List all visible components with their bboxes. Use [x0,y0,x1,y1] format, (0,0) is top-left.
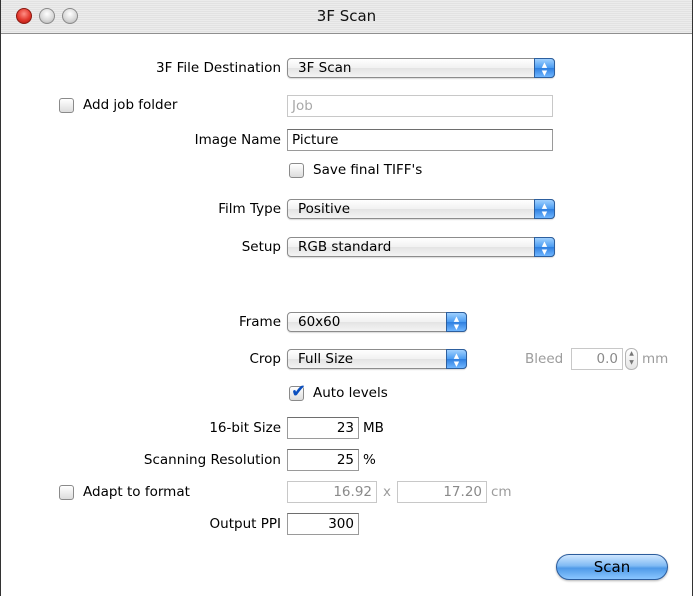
destination-popup[interactable]: 3F Scan ▲ ▼ [287,58,555,78]
size16-label: 16-bit Size [209,420,281,436]
checkmark-icon: ✔ [291,381,307,402]
add-job-folder-checkbox[interactable] [59,98,74,113]
output-ppi-label: Output PPI [209,516,281,532]
auto-levels-label: Auto levels [313,385,388,401]
scan-button[interactable]: Scan [556,554,668,580]
adapt-width-field[interactable]: 16.92 [287,481,377,503]
auto-levels-checkbox[interactable]: ✔ [289,381,306,402]
dialog-body: 3F File Destination 3F Scan ▲ ▼ Add job f… [1,34,692,596]
scan-window: 3F Scan 3F File Destination 3F Scan ▲ ▼ A… [0,0,693,596]
setup-label: Setup [241,239,281,255]
resolution-field[interactable]: 25 [287,449,359,471]
destination-value: 3F Scan [298,60,352,76]
crop-label: Crop [249,351,281,367]
popup-arrows-icon: ▲ ▼ [534,58,555,78]
bleed-unit: mm [642,351,669,367]
frame-label: Frame [238,314,281,330]
setup-value: RGB standard [298,239,392,255]
image-name-field[interactable]: Picture [287,129,553,151]
save-tiffs-label: Save final TIFF's [313,162,423,178]
bleed-label: Bleed [525,351,564,367]
frame-popup[interactable]: 60x60 ▲ ▼ [287,312,467,332]
title-bar: 3F Scan [1,0,692,34]
resolution-unit: % [363,452,376,468]
add-job-folder-label: Add job folder [83,97,178,113]
adapt-height-field[interactable]: 17.20 [397,481,487,503]
bleed-field[interactable]: 0.0 [571,348,623,370]
destination-label: 3F File Destination [156,60,281,76]
job-folder-field[interactable]: Job [287,95,553,117]
bleed-stepper[interactable]: ▲ ▼ [625,348,638,370]
image-name-label: Image Name [194,132,281,148]
crop-popup[interactable]: Full Size ▲ ▼ [287,349,467,369]
adapt-format-checkbox[interactable] [59,485,74,500]
window-title: 3F Scan [316,7,377,25]
frame-value: 60x60 [298,314,341,330]
popup-arrows-icon: ▲ ▼ [446,349,467,369]
popup-arrows-icon: ▲ ▼ [446,312,467,332]
size16-unit: MB [363,420,384,436]
film-type-label: Film Type [218,201,281,217]
save-tiffs-checkbox[interactable] [289,163,304,178]
adapt-format-label: Adapt to format [83,484,190,500]
film-type-value: Positive [298,201,351,217]
popup-arrows-icon: ▲ ▼ [534,237,555,257]
adapt-separator: x [383,484,391,500]
popup-arrows-icon: ▲ ▼ [534,199,555,219]
size16-field: 23 [287,417,359,439]
crop-value: Full Size [298,351,354,367]
adapt-unit: cm [491,484,512,500]
resolution-label: Scanning Resolution [143,452,281,468]
film-type-popup[interactable]: Positive ▲ ▼ [287,199,555,219]
setup-popup[interactable]: RGB standard ▲ ▼ [287,237,555,257]
output-ppi-field[interactable]: 300 [287,513,359,535]
